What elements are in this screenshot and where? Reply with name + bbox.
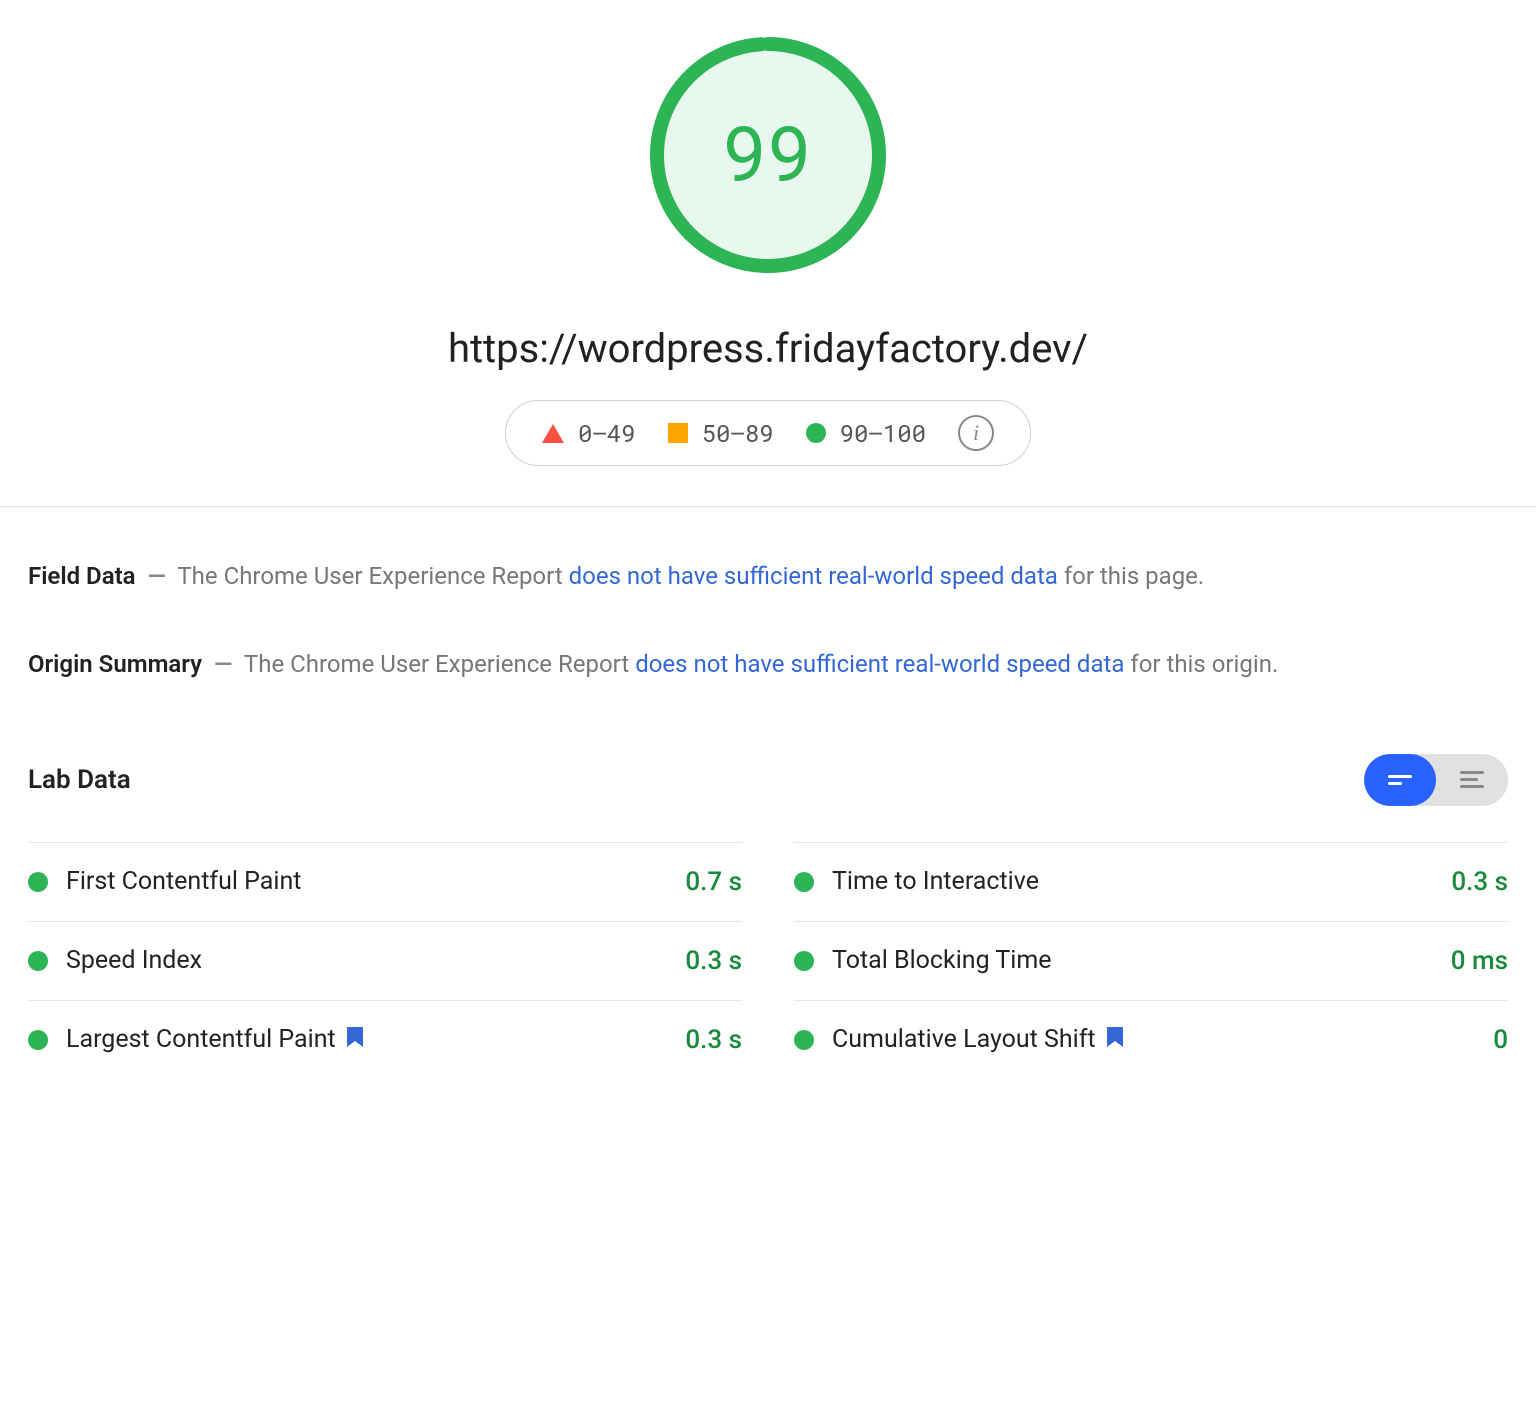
info-icon[interactable]: i [958,415,994,451]
legend-average: 50–89 [668,417,774,449]
metric-value: 0.7 s [685,867,742,897]
view-toggle [1364,754,1508,806]
metric-name: Cumulative Layout Shift [832,1025,1124,1054]
metric-value: 0.3 s [1451,867,1508,897]
field-data-text-before: The Chrome User Experience Report [177,562,568,590]
metric-value: 0 [1493,1025,1508,1055]
status-dot-icon [794,951,814,971]
metric-row[interactable]: Total Blocking Time 0 ms [794,921,1508,1000]
view-toggle-expanded[interactable] [1364,754,1436,806]
metric-name: Largest Contentful Paint [66,1025,364,1054]
bookmark-icon [346,1026,364,1054]
expanded-icon [1388,775,1412,785]
metric-row[interactable]: Cumulative Layout Shift 0 [794,1000,1508,1079]
page-url: https://wordpress.fridayfactory.dev/ [448,325,1088,372]
metric-value: 0 ms [1451,946,1508,976]
view-toggle-compact[interactable] [1436,754,1508,806]
lab-data-header: Lab Data [0,684,1536,842]
score-header: 99 https://wordpress.fridayfactory.dev/ … [0,0,1536,507]
legend-good: 90–100 [806,417,926,449]
compact-icon [1460,771,1484,788]
lab-metrics-grid: First Contentful Paint 0.7 s Speed Index 0.… [0,842,1536,1079]
field-data-label: Field Data [28,562,136,590]
metric-value: 0.3 s [685,946,742,976]
field-data-link[interactable]: does not have sufficient real-world spee… [569,562,1058,590]
bookmark-icon [1106,1026,1124,1054]
status-dot-icon [28,1030,48,1050]
score-gauge: 99 [643,30,893,280]
legend-good-label: 90–100 [840,417,926,449]
metric-name: Time to Interactive [832,867,1039,896]
dash-separator: — [147,562,165,590]
metric-row[interactable]: Largest Contentful Paint 0.3 s [28,1000,742,1079]
metric-name: Total Blocking Time [832,946,1052,975]
metric-row[interactable]: First Contentful Paint 0.7 s [28,842,742,921]
dash-separator: — [214,650,232,678]
square-icon [668,423,688,443]
status-dot-icon [28,951,48,971]
circle-icon [806,423,826,443]
lab-data-title: Lab Data [28,765,131,795]
status-dot-icon [28,872,48,892]
origin-summary-link[interactable]: does not have sufficient real-world spee… [635,650,1124,678]
legend-average-label: 50–89 [702,417,774,449]
status-dot-icon [794,1030,814,1050]
metric-row[interactable]: Time to Interactive 0.3 s [794,842,1508,921]
metric-name: First Contentful Paint [66,867,301,896]
legend-poor-label: 0–49 [578,417,636,449]
status-dot-icon [794,872,814,892]
score-value: 99 [643,30,893,280]
triangle-icon [542,424,564,443]
origin-summary-label: Origin Summary [28,650,202,678]
origin-summary-text-after: for this origin. [1124,650,1278,678]
field-data-text-after: for this page. [1058,562,1204,590]
legend-poor: 0–49 [542,417,636,449]
metric-row[interactable]: Speed Index 0.3 s [28,921,742,1000]
score-legend: 0–49 50–89 90–100 i [505,400,1031,466]
metric-value: 0.3 s [685,1025,742,1055]
origin-summary-text-before: The Chrome User Experience Report [244,650,635,678]
metric-name: Speed Index [66,946,202,975]
field-data-section: Field Data — The Chrome User Experience … [0,507,1536,595]
origin-summary-section: Origin Summary — The Chrome User Experie… [0,595,1536,683]
